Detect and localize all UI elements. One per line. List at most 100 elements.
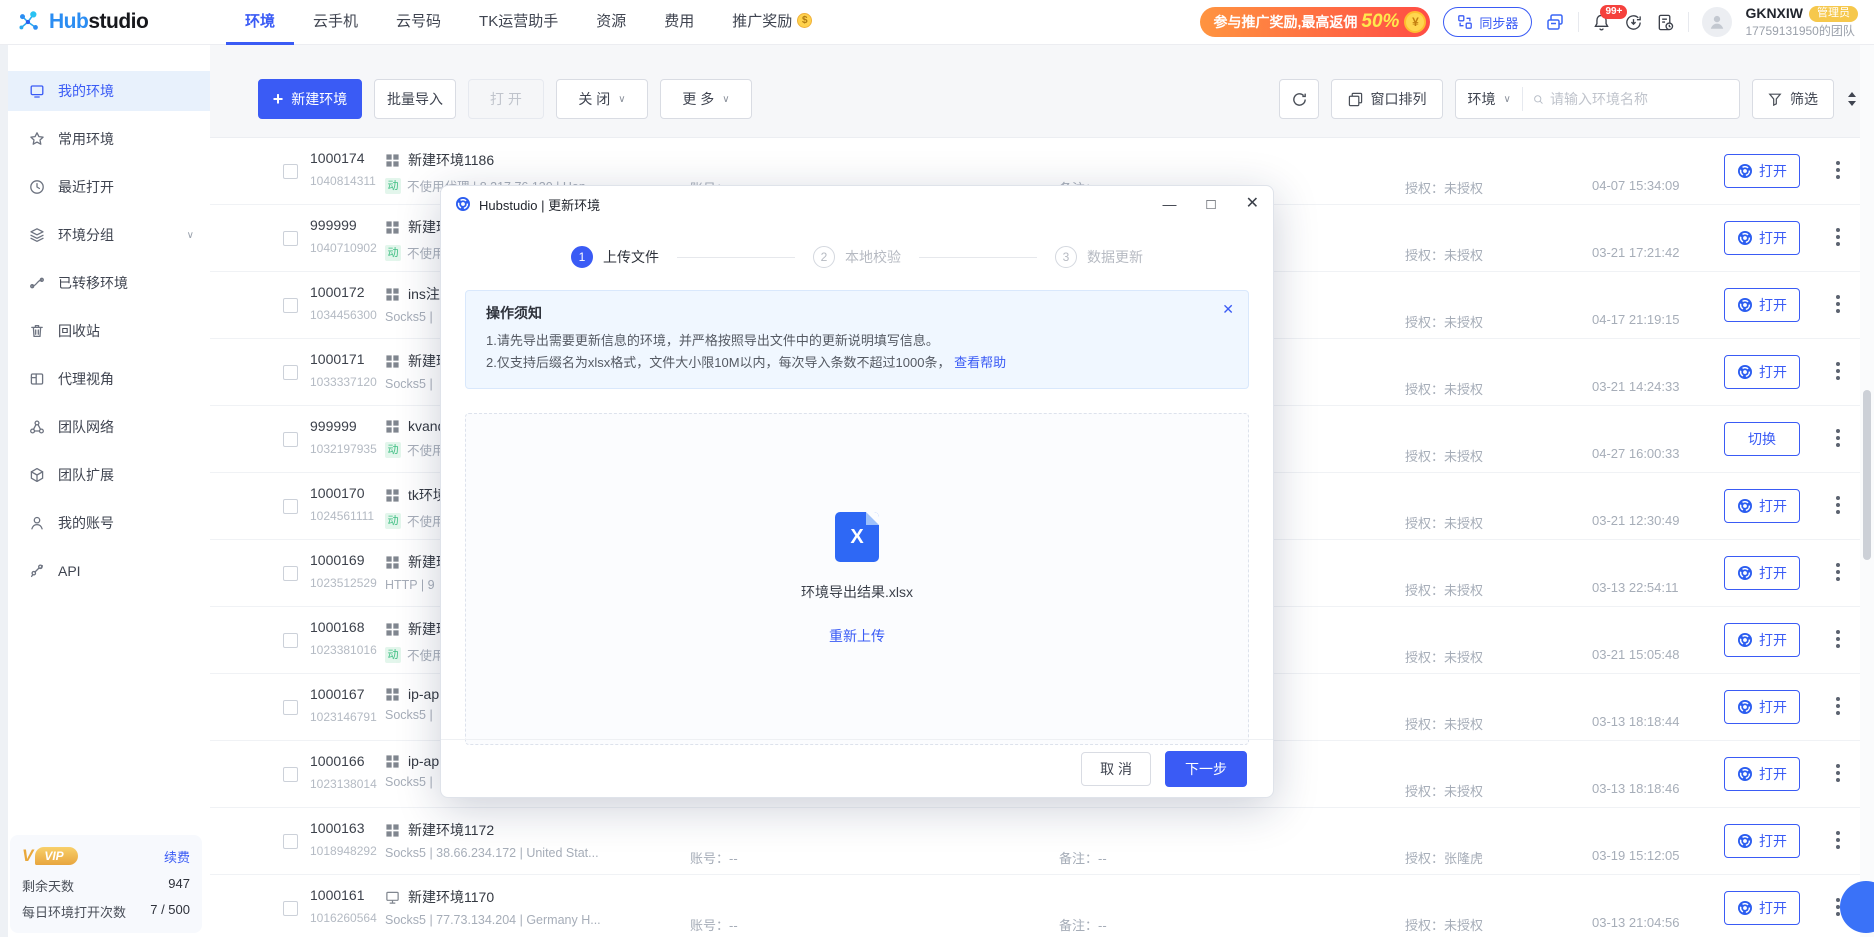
env-id: 1023512529 [310, 576, 377, 590]
env-name: 新建环境1172 [408, 820, 494, 840]
sidebar-item-回收站[interactable]: 回收站 [8, 311, 210, 351]
user-info[interactable]: GKNXIW 管理员 17759131950的团队 [1745, 5, 1858, 39]
notice-close-icon[interactable]: ✕ [1222, 301, 1234, 318]
wizard-step-1: 1 上传文件 [571, 246, 659, 268]
reupload-link[interactable]: 重新上传 [829, 626, 885, 646]
notifications-bell-icon[interactable]: 99+ [1592, 13, 1611, 32]
row-checkbox[interactable] [283, 700, 298, 715]
step-connector [677, 257, 795, 258]
upload-dropzone[interactable]: X 环境导出结果.xlsx 重新上传 [465, 413, 1249, 745]
main-nav: 环境 云手机 云号码 TK运营助手 资源 费用 推广奖励 $ [226, 0, 831, 45]
grid-icon [385, 555, 400, 570]
row-more-icon[interactable] [1834, 695, 1842, 717]
open-env-button[interactable]: 打开 [1724, 288, 1800, 322]
help-link[interactable]: 查看帮助 [954, 355, 1006, 370]
row-checkbox[interactable] [283, 499, 298, 514]
scrollbar-thumb[interactable] [1863, 390, 1871, 560]
open-env-button[interactable]: 打开 [1724, 221, 1800, 255]
user-avatar[interactable] [1702, 7, 1732, 37]
nav-item-推广奖励[interactable]: 推广奖励 $ [713, 0, 831, 45]
nav-item-云号码[interactable]: 云号码 [377, 0, 460, 45]
sidebar-item-团队网络[interactable]: 团队网络 [8, 407, 210, 447]
nav-item-资源[interactable]: 资源 [577, 0, 645, 45]
download-update-icon[interactable] [1624, 13, 1643, 32]
row-more-icon[interactable] [1834, 427, 1842, 449]
row-checkbox[interactable] [283, 231, 298, 246]
row-checkbox[interactable] [283, 767, 298, 782]
row-more-icon[interactable] [1834, 360, 1842, 382]
search-input[interactable] [1544, 91, 1739, 107]
env-id: 1040710902 [310, 241, 377, 255]
open-env-button[interactable]: 打开 [1724, 824, 1800, 858]
grid-icon [385, 823, 400, 838]
monitor-icon [29, 83, 45, 99]
renew-link[interactable]: 续费 [164, 847, 190, 866]
row-more-icon[interactable] [1834, 494, 1842, 516]
close-window-icon[interactable]: ✕ [1246, 196, 1259, 212]
open-env-button[interactable]: 打开 [1724, 757, 1800, 791]
browser-icon [1737, 833, 1753, 849]
cancel-button[interactable]: 取 消 [1081, 752, 1151, 786]
auth-field: 授权：未授权 [1405, 915, 1483, 934]
minimize-icon[interactable]: — [1163, 197, 1177, 211]
sync-device-button[interactable]: 同步器 [1443, 7, 1532, 37]
batch-import-button[interactable]: 批量导入 [374, 79, 456, 119]
refresh-button[interactable] [1279, 79, 1319, 119]
window-manager-icon[interactable] [1545, 12, 1565, 32]
nav-item-环境[interactable]: 环境 [226, 0, 294, 45]
row-checkbox[interactable] [283, 298, 298, 313]
switch-env-button[interactable]: 切换 [1724, 422, 1800, 456]
row-checkbox[interactable] [283, 365, 298, 380]
env-seq: 1000161 [310, 887, 377, 903]
maximize-icon[interactable]: □ [1207, 197, 1216, 212]
sidebar-item-最近打开[interactable]: 最近打开 [8, 167, 210, 207]
row-more-icon[interactable] [1834, 628, 1842, 650]
open-env-button[interactable]: 打开 [1724, 355, 1800, 389]
top-navbar: Hubstudio 环境 云手机 云号码 TK运营助手 资源 费用 推广奖励 $… [0, 0, 1874, 45]
nav-item-费用[interactable]: 费用 [645, 0, 713, 45]
open-button[interactable]: 打 开 [468, 79, 544, 119]
row-more-icon[interactable] [1834, 293, 1842, 315]
open-env-button[interactable]: 打开 [1724, 623, 1800, 657]
next-step-button[interactable]: 下一步 [1165, 751, 1247, 787]
row-checkbox[interactable] [283, 834, 298, 849]
modal-title: Hubstudio | 更新环境 [479, 195, 600, 214]
row-more-icon[interactable] [1834, 561, 1842, 583]
row-more-icon[interactable] [1834, 159, 1842, 181]
close-dropdown-button[interactable]: 关 闭∨ [556, 79, 648, 119]
sidebar-item-代理视角[interactable]: 代理视角 [8, 359, 210, 399]
open-env-button[interactable]: 打开 [1724, 690, 1800, 724]
promo-banner[interactable]: 参与推广奖励,最高返佣50% ¥ [1200, 7, 1431, 37]
grid-icon [385, 220, 400, 235]
sidebar-item-常用环境[interactable]: 常用环境 [8, 119, 210, 159]
nav-item-TK运营助手[interactable]: TK运营助手 [460, 0, 577, 45]
search-scope-select[interactable]: 环境∨ [1456, 89, 1522, 109]
window-arrange-button[interactable]: 窗口排列 [1331, 79, 1443, 119]
logs-document-icon[interactable] [1656, 13, 1675, 32]
sidebar-item-我的环境[interactable]: 我的环境 [8, 71, 210, 111]
sidebar-item-我的账号[interactable]: 我的账号 [8, 503, 210, 543]
new-env-button[interactable]: +新建环境 [258, 79, 362, 119]
open-env-button[interactable]: 打开 [1724, 556, 1800, 590]
row-more-icon[interactable] [1834, 226, 1842, 248]
sidebar-item-已转移环境[interactable]: 已转移环境 [8, 263, 210, 303]
open-env-button[interactable]: 打开 [1724, 154, 1800, 188]
filter-button[interactable]: 筛选 [1752, 79, 1834, 119]
row-checkbox[interactable] [283, 901, 298, 916]
sort-icon[interactable] [1846, 91, 1858, 107]
row-more-icon[interactable] [1834, 829, 1842, 851]
sidebar-item-环境分组[interactable]: 环境分组 ∨ [8, 215, 210, 255]
row-checkbox[interactable] [283, 432, 298, 447]
sidebar-item-API[interactable]: API [8, 551, 210, 591]
row-more-icon[interactable] [1834, 762, 1842, 784]
notification-count-badge: 99+ [1600, 5, 1627, 19]
sidebar-item-团队扩展[interactable]: 团队扩展 [8, 455, 210, 495]
row-checkbox[interactable] [283, 566, 298, 581]
row-checkbox[interactable] [283, 164, 298, 179]
more-dropdown-button[interactable]: 更 多∨ [660, 79, 752, 119]
proxy-info: Socks5 | [385, 377, 433, 391]
row-checkbox[interactable] [283, 633, 298, 648]
open-env-button[interactable]: 打开 [1724, 489, 1800, 523]
open-env-button[interactable]: 打开 [1724, 891, 1800, 925]
nav-item-云手机[interactable]: 云手机 [294, 0, 377, 45]
